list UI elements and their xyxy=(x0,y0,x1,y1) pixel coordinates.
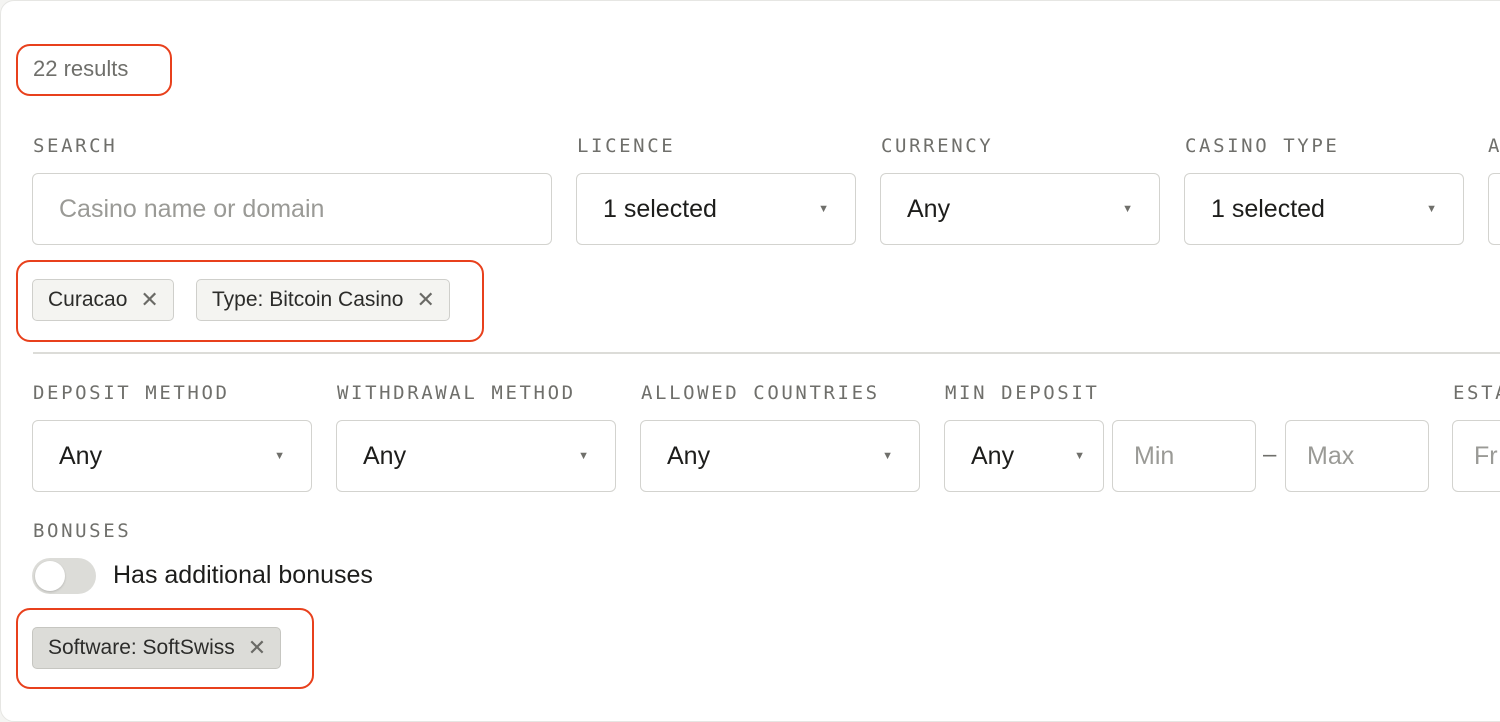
search-label: SEARCH xyxy=(33,135,118,157)
search-input[interactable] xyxy=(32,173,552,245)
cut-off-label: A xyxy=(1488,135,1500,157)
min-deposit-max-input[interactable] xyxy=(1285,420,1429,492)
withdrawal-method-label: WITHDRAWAL METHOD xyxy=(337,382,576,404)
deposit-method-label: DEPOSIT METHOD xyxy=(33,382,230,404)
established-from-input[interactable] xyxy=(1452,420,1500,492)
allowed-countries-label: ALLOWED COUNTRIES xyxy=(641,382,880,404)
cut-off-select[interactable] xyxy=(1488,173,1500,245)
casino-type-label: CASINO TYPE xyxy=(1185,135,1340,157)
caret-down-icon: ▼ xyxy=(578,450,589,462)
min-deposit-min-input[interactable] xyxy=(1112,420,1256,492)
caret-down-icon: ▼ xyxy=(1074,450,1085,462)
withdrawal-method-select[interactable]: Any ▼ xyxy=(336,420,616,492)
deposit-method-select[interactable]: Any ▼ xyxy=(32,420,312,492)
filter-panel: 22 results SEARCH LICENCE CURRENCY CASIN… xyxy=(0,0,1500,722)
range-separator: – xyxy=(1263,441,1277,468)
section-divider xyxy=(33,352,1500,354)
casino-type-select[interactable]: 1 selected ▼ xyxy=(1184,173,1464,245)
caret-down-icon: ▼ xyxy=(1122,203,1133,215)
min-deposit-currency-select[interactable]: Any ▼ xyxy=(944,420,1104,492)
chip-software-softswiss: Software: SoftSwiss ✕ xyxy=(32,627,282,669)
chip-label: Curacao xyxy=(48,288,128,311)
min-deposit-label: MIN DEPOSIT xyxy=(945,382,1100,404)
allowed-countries-value: Any xyxy=(667,441,711,470)
allowed-countries-select[interactable]: Any ▼ xyxy=(640,420,920,492)
close-icon[interactable]: ✕ xyxy=(140,289,158,311)
licence-label: LICENCE xyxy=(577,135,676,157)
chip-type-bitcoin-casino: Type: Bitcoin Casino ✕ xyxy=(196,279,450,321)
licence-select[interactable]: 1 selected ▼ xyxy=(576,173,856,245)
licence-select-value: 1 selected xyxy=(603,194,717,223)
bonuses-toggle[interactable] xyxy=(32,558,96,594)
min-deposit-currency-value: Any xyxy=(971,441,1015,470)
withdrawal-method-value: Any xyxy=(363,441,407,470)
currency-label: CURRENCY xyxy=(881,135,994,157)
close-icon[interactable]: ✕ xyxy=(248,637,266,659)
deposit-method-value: Any xyxy=(59,441,103,470)
chip-label: Software: SoftSwiss xyxy=(48,636,235,659)
chip-licence-curacao: Curacao ✕ xyxy=(32,279,174,321)
caret-down-icon: ▼ xyxy=(1426,203,1437,215)
casino-type-select-value: 1 selected xyxy=(1211,194,1325,223)
caret-down-icon: ▼ xyxy=(274,450,285,462)
currency-select-value: Any xyxy=(907,194,951,223)
caret-down-icon: ▼ xyxy=(818,203,829,215)
bonuses-label: BONUSES xyxy=(33,520,132,542)
established-label: ESTA xyxy=(1453,382,1500,404)
caret-down-icon: ▼ xyxy=(882,450,893,462)
bonuses-toggle-label: Has additional bonuses xyxy=(113,561,373,589)
chip-label: Type: Bitcoin Casino xyxy=(212,288,404,311)
results-count: 22 results xyxy=(33,56,129,81)
currency-select[interactable]: Any ▼ xyxy=(880,173,1160,245)
close-icon[interactable]: ✕ xyxy=(416,289,434,311)
toggle-knob xyxy=(35,561,65,591)
